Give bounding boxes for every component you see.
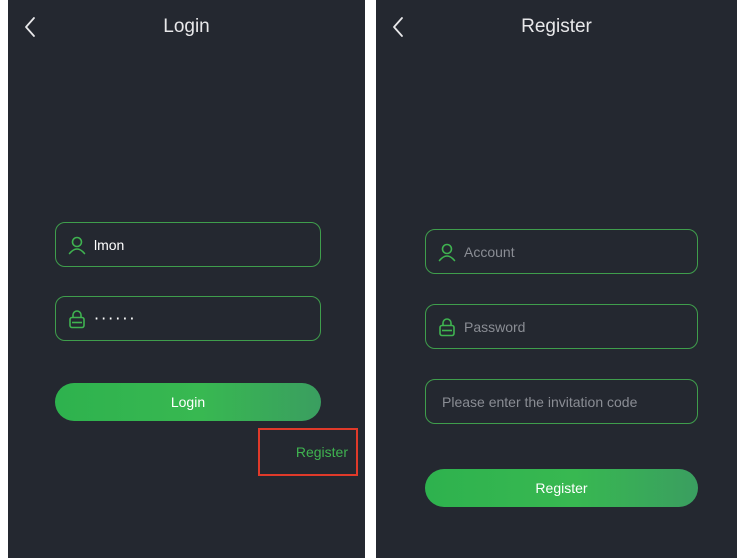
register-screen: Register Register	[376, 0, 737, 558]
password-input[interactable]	[464, 318, 664, 335]
user-icon	[436, 241, 458, 263]
invitation-code-input[interactable]	[442, 393, 682, 410]
page-title: Register	[521, 16, 592, 37]
login-button[interactable]: Login	[55, 383, 321, 421]
password-input[interactable]: ······	[94, 309, 137, 328]
invitation-code-field[interactable]	[425, 379, 698, 424]
username-field[interactable]	[55, 222, 321, 267]
account-field[interactable]	[425, 229, 698, 274]
lock-icon	[436, 316, 458, 338]
lock-icon	[66, 308, 88, 330]
page-title: Login	[163, 16, 210, 37]
password-field[interactable]: ······	[55, 296, 321, 341]
register-link[interactable]: Register	[258, 428, 358, 476]
user-icon	[66, 234, 88, 256]
login-screen: Login ······ Login Register	[8, 0, 365, 558]
account-input[interactable]	[464, 243, 664, 260]
password-field[interactable]	[425, 304, 698, 349]
username-input[interactable]	[94, 236, 294, 253]
register-button[interactable]: Register	[425, 469, 698, 507]
